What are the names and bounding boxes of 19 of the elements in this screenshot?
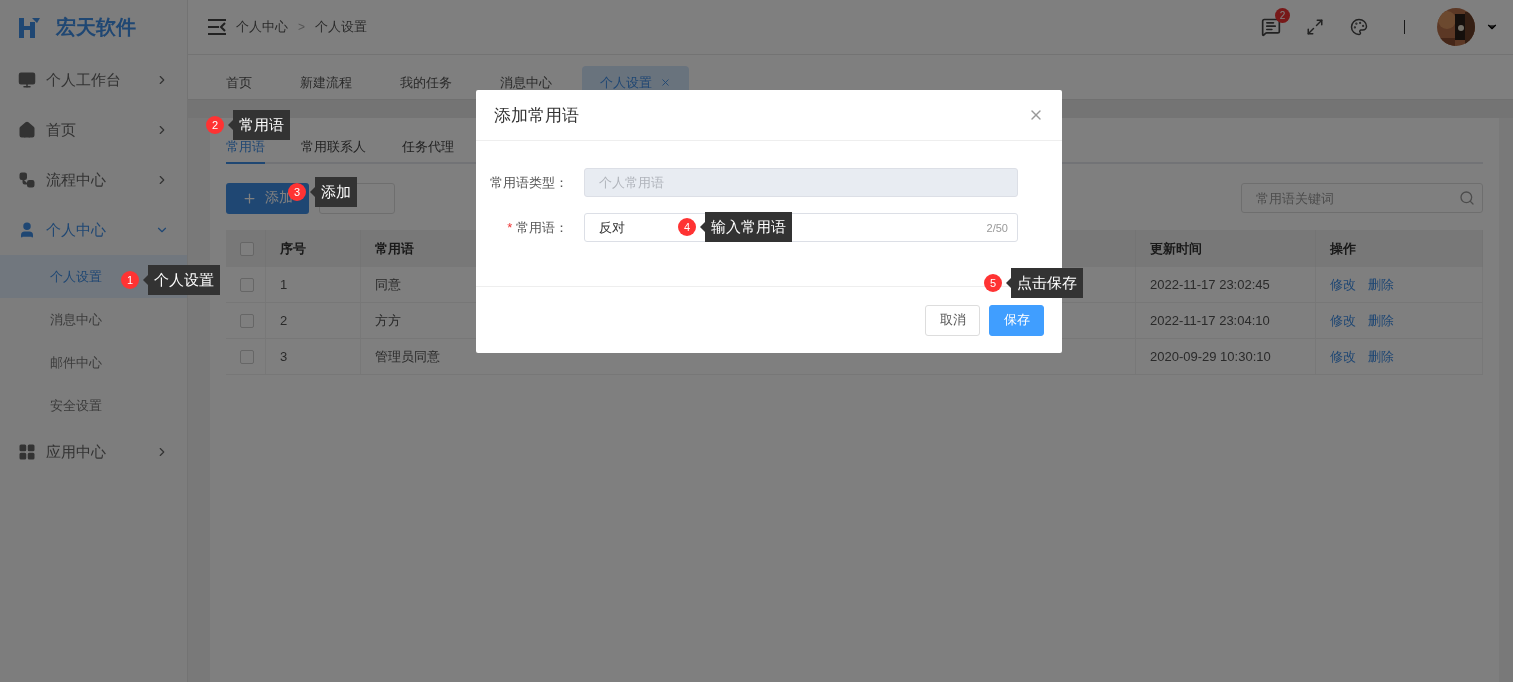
table-cell: 2 (266, 303, 361, 339)
table-cell: 2022-11-17 23:02:45 (1136, 267, 1316, 303)
column-header: 序号 (266, 230, 361, 267)
tooltip: 输入常用语 (700, 212, 792, 242)
message-badge: 2 (1275, 8, 1290, 23)
column-header: 操作 (1316, 230, 1483, 267)
table-cell: 2020-09-29 10:30:10 (1136, 339, 1316, 375)
field-label: 常用语类型： (489, 173, 569, 192)
tooltip: 点击保存 (1006, 268, 1083, 298)
column-header: 更新时间 (1136, 230, 1316, 267)
tooltip: 添加 (310, 177, 357, 207)
tooltip: 个人设置 (143, 265, 220, 295)
dialog-title: 添加常用语 (494, 104, 579, 127)
table-cell: 1 (266, 267, 361, 303)
breadcrumb-separator: > (298, 20, 305, 34)
table-cell: 2022-11-17 23:04:10 (1136, 303, 1316, 339)
table-cell: 3 (266, 339, 361, 375)
tooltip: 常用语 (228, 110, 290, 140)
logo-text: 宏天软件 (56, 15, 136, 40)
